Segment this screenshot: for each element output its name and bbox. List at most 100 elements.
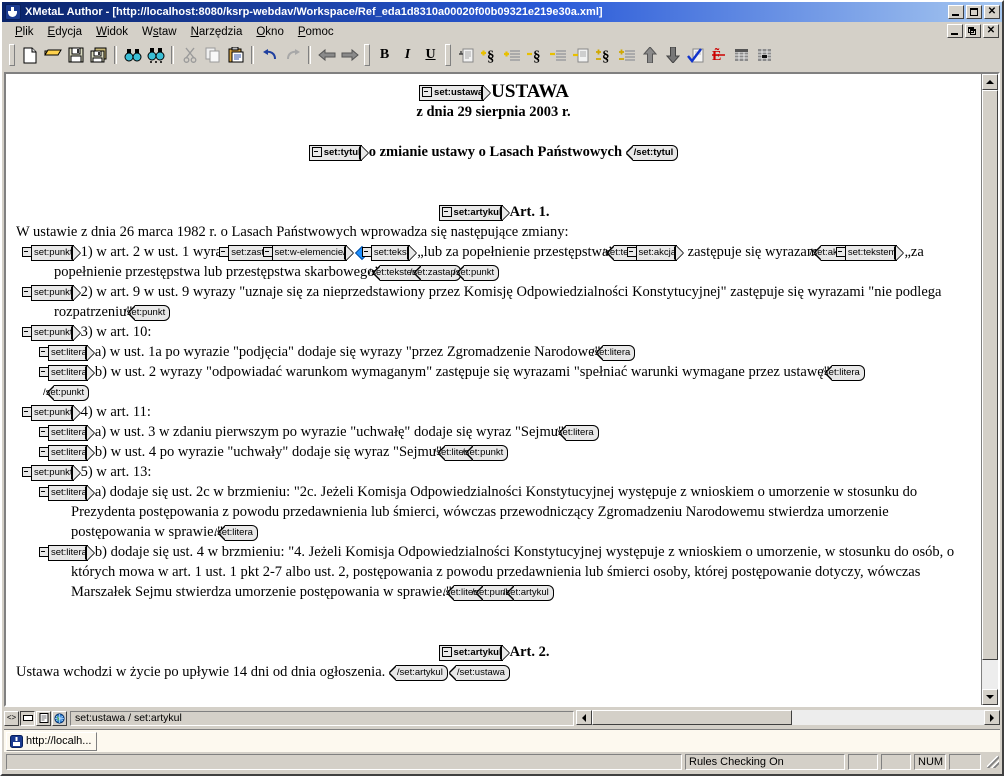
mdi-minimize-button[interactable] [947, 24, 963, 38]
xml-start-tag[interactable]: set:ustawa [419, 84, 491, 101]
collapse-minus-icon[interactable] [22, 466, 32, 477]
maximize-button[interactable] [966, 5, 982, 19]
xml-start-tag[interactable]: set:tekst [361, 244, 417, 261]
tags-on-view-button[interactable]: <> [4, 710, 19, 726]
underline-button[interactable]: U [419, 44, 442, 66]
document-paragraph[interactable]: set:punkt 2) w art. 9 w ust. 9 wyrazy "uz… [22, 282, 971, 322]
vertical-scroll-track[interactable] [982, 90, 998, 689]
forward-button[interactable] [338, 44, 361, 66]
save-all-button[interactable] [87, 44, 110, 66]
move-down-button[interactable] [661, 44, 684, 66]
xml-end-tag[interactable]: /set:tytul [626, 144, 679, 161]
xml-start-tag[interactable]: set:litera [39, 424, 94, 441]
xml-end-tag[interactable]: /set:artykul [389, 664, 448, 681]
collapse-minus-icon[interactable] [22, 406, 32, 417]
back-button[interactable] [315, 44, 338, 66]
collapse-minus-icon[interactable] [219, 246, 230, 257]
paste-button[interactable] [224, 44, 247, 66]
xml-start-tag[interactable]: set:punkt [22, 284, 80, 301]
xml-start-tag[interactable]: set:punkt [22, 464, 80, 481]
document-paragraph[interactable]: set:litera a) dodaje się ust. 2c w brzmie… [39, 482, 971, 542]
remove-paragraph-button[interactable]: § [523, 44, 546, 66]
mdi-tab-document[interactable]: http://localh... [6, 731, 98, 751]
document-heading[interactable]: set:tytul o zmianie ustawy o Lasach Państ… [16, 142, 971, 162]
collapse-minus-icon[interactable] [262, 246, 273, 257]
toolbar-grip[interactable] [445, 44, 451, 66]
horizontal-scroll-track[interactable] [592, 710, 984, 725]
xml-start-tag[interactable]: set:punkt [22, 324, 80, 341]
xml-end-tag[interactable]: /set:ustawa [449, 664, 510, 681]
close-button[interactable]: ✕ [984, 5, 1000, 19]
xml-start-tag[interactable]: set:litera [39, 364, 94, 381]
collapse-minus-icon[interactable] [22, 286, 32, 297]
browser-preview-button[interactable] [52, 710, 67, 726]
menu-item-edycja[interactable]: Edycja [41, 25, 90, 39]
move-up-button[interactable] [638, 44, 661, 66]
collapse-minus-icon[interactable] [39, 486, 49, 497]
remove-list-item-button[interactable] [546, 44, 569, 66]
collapse-minus-icon[interactable] [22, 326, 32, 337]
xml-start-tag[interactable]: set:punkt [22, 244, 80, 261]
document-paragraph[interactable]: set:litera a) w ust. 3 w zdaniu pierwszym… [39, 422, 971, 442]
open-folder-button[interactable] [41, 44, 64, 66]
horizontal-scroll-thumb[interactable] [592, 710, 792, 725]
collapse-minus-icon[interactable] [441, 206, 452, 217]
document-paragraph[interactable]: set:litera b) w ust. 2 wyrazy "odpowiadać… [39, 362, 971, 382]
xml-start-tag[interactable]: set:artykul [438, 204, 509, 221]
insert-element-button[interactable] [454, 44, 477, 66]
document-paragraph[interactable]: W ustawie z dnia 26 marca 1982 r. o Lasa… [16, 222, 971, 242]
xml-start-tag[interactable]: set:tytul [308, 144, 368, 161]
horizontal-scrollbar[interactable] [576, 710, 1000, 726]
scroll-left-button[interactable] [576, 710, 592, 725]
bold-button[interactable]: B [373, 44, 396, 66]
spellcheck-button[interactable]: Ẽ [707, 44, 730, 66]
document-heading[interactable]: z dnia 29 sierpnia 2003 r. [16, 102, 971, 122]
xml-start-tag[interactable]: set:artykul [438, 644, 509, 661]
xml-start-tag[interactable]: set:litera [39, 544, 94, 561]
toolbar-grip[interactable] [9, 44, 15, 66]
document-paragraph[interactable]: set:litera b) dodaje się ust. 4 w brzmien… [39, 542, 971, 602]
menu-item-wstaw[interactable]: Wstaw [135, 25, 184, 39]
vertical-scroll-thumb[interactable] [982, 90, 998, 660]
collapse-minus-icon[interactable] [39, 346, 49, 357]
document-heading[interactable]: set:artykul Art. 1. [16, 202, 971, 222]
copy-button[interactable] [201, 44, 224, 66]
document-paragraph[interactable]: set:litera a) w ust. 1a po wyrazie "podję… [39, 342, 971, 362]
table-properties-button[interactable] [753, 44, 776, 66]
collapse-minus-icon[interactable] [39, 446, 49, 457]
xml-end-tag[interactable]: /set:litera [592, 344, 636, 361]
italic-button[interactable]: I [396, 44, 419, 66]
xml-end-tag[interactable]: /set:litera [555, 424, 599, 441]
collapse-minus-icon[interactable] [22, 246, 32, 257]
menu-item-plik[interactable]: Plik [8, 25, 41, 39]
scroll-right-button[interactable] [984, 710, 1000, 725]
xml-start-tag[interactable]: set:punkt [22, 404, 80, 421]
new-document-button[interactable] [18, 44, 41, 66]
document-paragraph[interactable]: Ustawa wchodzi w życie po upływie 14 dni… [16, 662, 971, 682]
scroll-up-button[interactable] [982, 74, 998, 90]
toolbar-grip[interactable] [364, 44, 370, 66]
document-canvas[interactable]: set:ustawa USTAWA z dnia 29 sierpnia 2003 … [6, 74, 981, 705]
insert-table-button[interactable] [730, 44, 753, 66]
xml-start-tag[interactable]: set:litera [39, 344, 94, 361]
document-paragraph[interactable]: set:litera b) w ust. 4 po wyrazie "uchwał… [39, 442, 971, 462]
collapse-minus-icon[interactable] [361, 246, 372, 257]
xml-start-tag[interactable]: set:litera [39, 484, 94, 501]
vertical-scrollbar[interactable] [981, 74, 998, 705]
menu-item-widok[interactable]: Widok [89, 25, 135, 39]
element-path[interactable]: set:ustawa / set:artykul [70, 710, 574, 726]
xml-end-tag[interactable]: /set:punkt [453, 264, 500, 281]
change-lines-button[interactable] [615, 44, 638, 66]
collapse-minus-icon[interactable] [311, 146, 322, 157]
collapse-minus-icon[interactable] [422, 86, 433, 97]
xml-end-tag[interactable]: /set:punkt [43, 384, 90, 401]
validate-button[interactable] [684, 44, 707, 66]
xml-start-tag[interactable]: set:w-elemencie/ [262, 244, 353, 261]
mdi-close-button[interactable]: ✕ [983, 24, 999, 38]
collapse-minus-icon[interactable] [626, 246, 637, 257]
collapse-minus-icon[interactable] [39, 546, 49, 557]
document-paragraph[interactable]: set:punkt 3) w art. 10: [22, 322, 971, 342]
undo-button[interactable] [258, 44, 281, 66]
xml-start-tag[interactable]: set:tekstem [835, 244, 904, 261]
save-document-button[interactable] [64, 44, 87, 66]
